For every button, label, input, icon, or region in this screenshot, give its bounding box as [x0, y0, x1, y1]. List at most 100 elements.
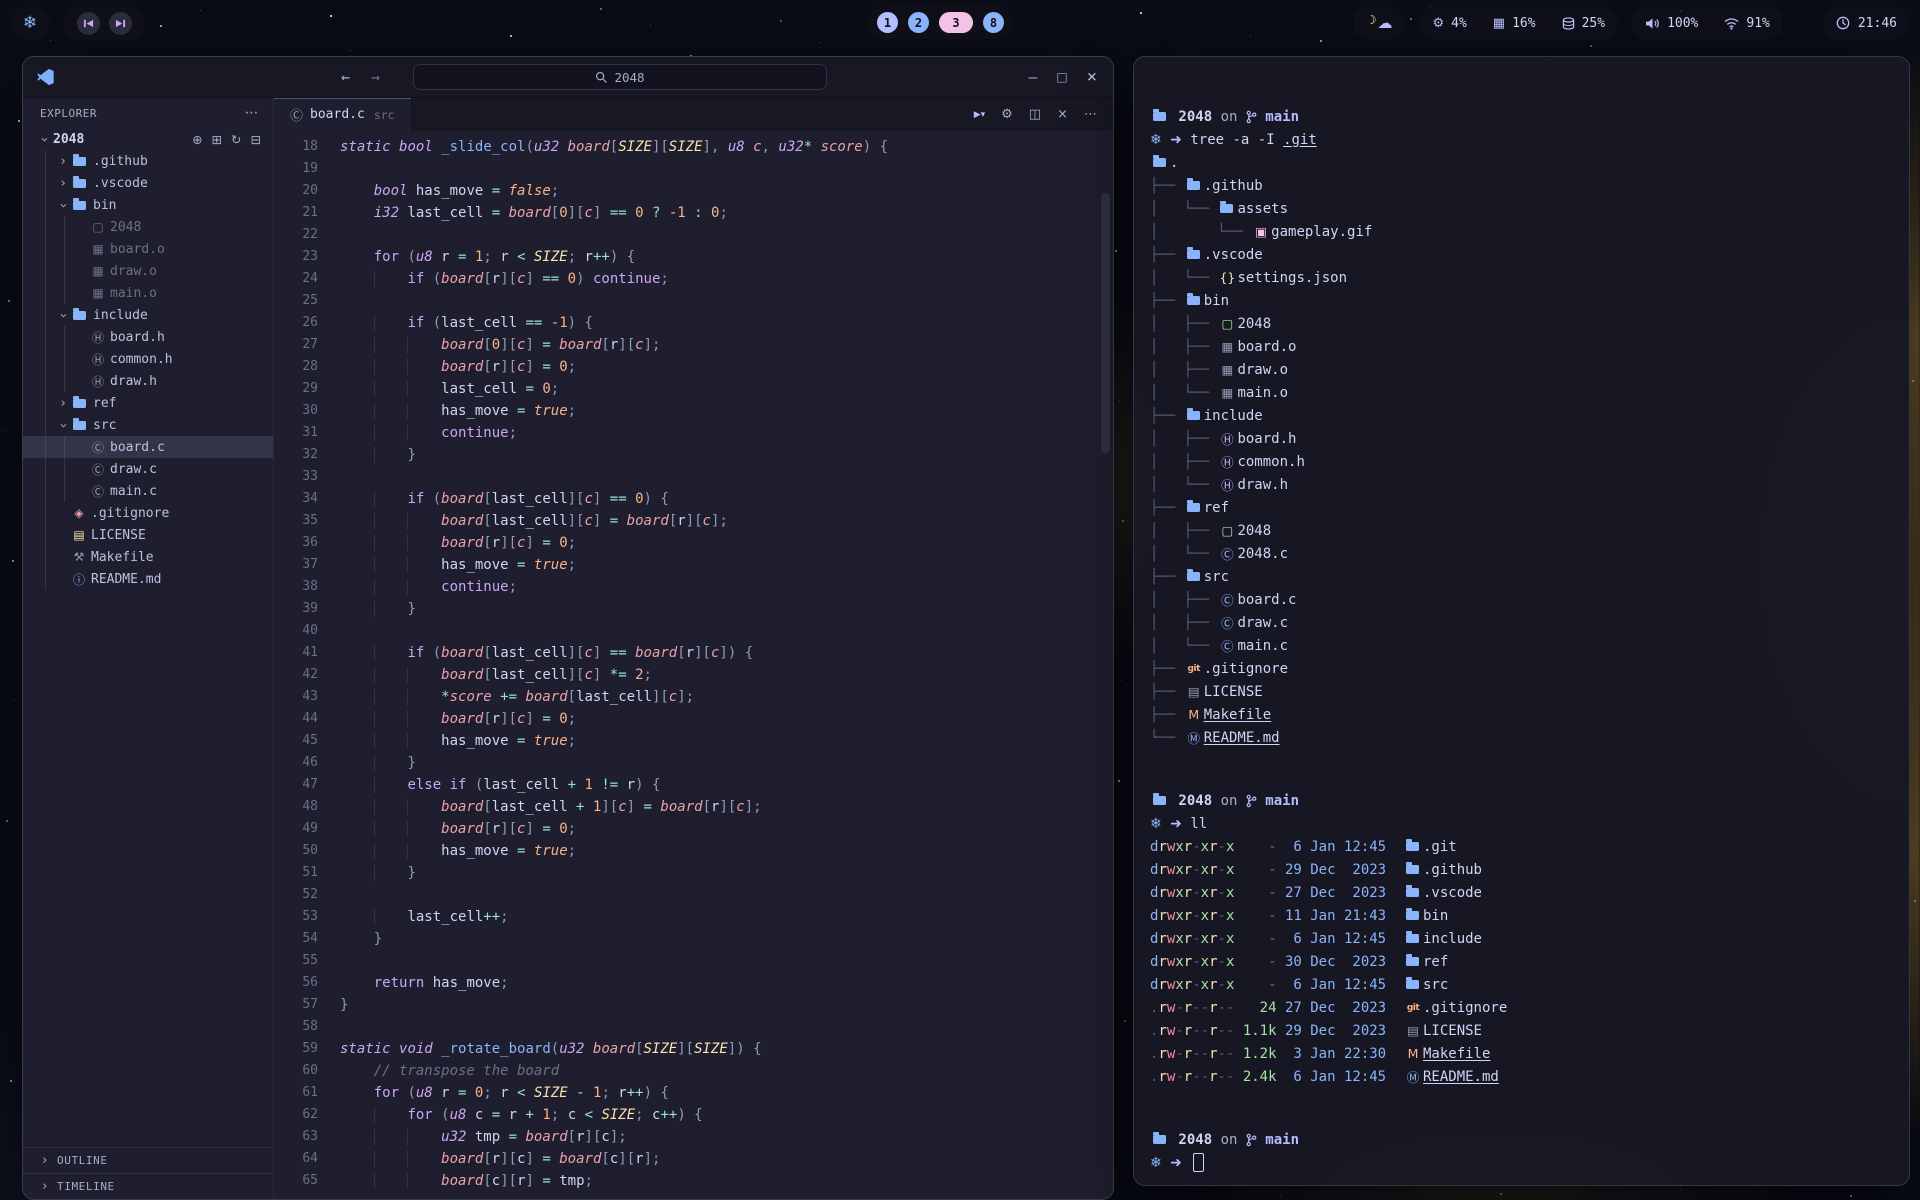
code-line-40[interactable]: 40 — [274, 620, 1113, 642]
code-line-57[interactable]: 57} — [274, 994, 1113, 1016]
code-line-45[interactable]: 45 has_move = true; — [274, 730, 1113, 752]
code-editor[interactable]: 18static bool _slide_col(u32 board[SIZE]… — [274, 131, 1113, 1199]
code-line-36[interactable]: 36 board[r][c] = 0; — [274, 532, 1113, 554]
code-line-32[interactable]: 32 } — [274, 444, 1113, 466]
workspace-3[interactable]: 3 — [939, 12, 973, 33]
explorer-item-include[interactable]: ›include — [23, 304, 273, 326]
code-line-37[interactable]: 37 has_move = true; — [274, 554, 1113, 576]
explorer-more-icon[interactable]: ⋯ — [245, 105, 260, 121]
explorer-root-folder[interactable]: › 2048 ⊕ ⊞ ↻ ⊟ — [23, 128, 273, 150]
explorer-item-main.c[interactable]: Ⓒmain.c — [23, 480, 273, 502]
more-actions-icon[interactable]: ⋯ — [1084, 107, 1097, 122]
code-line-47[interactable]: 47 else if (last_cell + 1 != r) { — [274, 774, 1113, 796]
explorer-item-main.o[interactable]: ▦main.o — [23, 282, 273, 304]
code-line-60[interactable]: 60 // transpose the board — [274, 1060, 1113, 1082]
code-line-56[interactable]: 56 return has_move; — [274, 972, 1113, 994]
explorer-item-board.c[interactable]: Ⓒboard.c — [23, 436, 273, 458]
code-line-49[interactable]: 49 board[r][c] = 0; — [274, 818, 1113, 840]
tab-board-c[interactable]: Ⓒ board.c src — [274, 98, 412, 131]
explorer-item-board.o[interactable]: ▦board.o — [23, 238, 273, 260]
timeline-section[interactable]: › TIMELINE — [23, 1173, 273, 1199]
code-line-46[interactable]: 46 } — [274, 752, 1113, 774]
editor-scrollbar[interactable] — [1101, 193, 1110, 453]
explorer-item-LICENSE[interactable]: ▤LICENSE — [23, 524, 273, 546]
code-line-22[interactable]: 22 — [274, 224, 1113, 246]
split-editor-icon[interactable]: ◫ — [1029, 107, 1041, 122]
explorer-item-.gitignore[interactable]: ◈.gitignore — [23, 502, 273, 524]
media-next-button[interactable] — [109, 12, 132, 35]
code-line-43[interactable]: 43 *score += board[last_cell][c]; — [274, 686, 1113, 708]
explorer-item-draw.c[interactable]: Ⓒdraw.c — [23, 458, 273, 480]
code-line-20[interactable]: 20 bool has_move = false; — [274, 180, 1113, 202]
workspace-1[interactable]: 1 — [877, 12, 898, 33]
weather-widget[interactable]: ☽ ☁ — [1353, 7, 1406, 40]
code-line-41[interactable]: 41 if (board[last_cell][c] == board[r][c… — [274, 642, 1113, 664]
code-line-62[interactable]: 62 for (u8 c = r + 1; c < SIZE; c++) { — [274, 1104, 1113, 1126]
new-file-icon[interactable]: ⊕ — [192, 132, 202, 147]
refresh-icon[interactable]: ↻ — [231, 132, 241, 147]
system-stats-widget[interactable]: ⚙ 4% ▦ 16% 25% — [1419, 7, 1618, 40]
command-center-search[interactable]: 2048 — [413, 64, 827, 90]
code-line-28[interactable]: 28 board[r][c] = 0; — [274, 356, 1113, 378]
code-line-35[interactable]: 35 board[last_cell][c] = board[r][c]; — [274, 510, 1113, 532]
code-line-58[interactable]: 58 — [274, 1016, 1113, 1038]
code-line-63[interactable]: 63 u32 tmp = board[r][c]; — [274, 1126, 1113, 1148]
explorer-item-.vscode[interactable]: ›.vscode — [23, 172, 273, 194]
code-line-51[interactable]: 51 } — [274, 862, 1113, 884]
workspace-2[interactable]: 2 — [908, 12, 929, 33]
code-line-59[interactable]: 59static void _rotate_board(u32 board[SI… — [274, 1038, 1113, 1060]
outline-section[interactable]: › OUTLINE — [23, 1147, 273, 1173]
terminal-window[interactable]: 2048 on main❄ ➜ tree -a -I .git.├── .git… — [1133, 56, 1910, 1186]
launcher-button[interactable]: ❄ — [10, 7, 50, 40]
clock-widget[interactable]: 21:46 — [1823, 7, 1910, 40]
code-line-44[interactable]: 44 board[r][c] = 0; — [274, 708, 1113, 730]
code-line-18[interactable]: 18static bool _slide_col(u32 board[SIZE]… — [274, 136, 1113, 158]
code-line-23[interactable]: 23 for (u8 r = 1; r < SIZE; r++) { — [274, 246, 1113, 268]
minimize-button[interactable]: – — [1028, 68, 1037, 86]
back-button[interactable]: ← — [341, 68, 350, 86]
close-button[interactable]: × — [1087, 67, 1097, 87]
code-line-38[interactable]: 38 continue; — [274, 576, 1113, 598]
code-line-25[interactable]: 25 — [274, 290, 1113, 312]
explorer-item-bin[interactable]: ›bin — [23, 194, 273, 216]
code-line-21[interactable]: 21 i32 last_cell = board[0][c] == 0 ? -1… — [274, 202, 1113, 224]
code-line-55[interactable]: 55 — [274, 950, 1113, 972]
code-line-27[interactable]: 27 board[0][c] = board[r][c]; — [274, 334, 1113, 356]
explorer-item-2048[interactable]: ▢2048 — [23, 216, 273, 238]
gear-icon[interactable]: ⚙ — [1001, 107, 1013, 122]
code-line-24[interactable]: 24 if (board[r][c] == 0) continue; — [274, 268, 1113, 290]
code-line-33[interactable]: 33 — [274, 466, 1113, 488]
code-line-31[interactable]: 31 continue; — [274, 422, 1113, 444]
code-line-61[interactable]: 61 for (u8 r = 0; r < SIZE - 1; r++) { — [274, 1082, 1113, 1104]
close-editor-icon[interactable]: × — [1057, 107, 1068, 122]
code-line-30[interactable]: 30 has_move = true; — [274, 400, 1113, 422]
explorer-item-README.md[interactable]: ⓘREADME.md — [23, 568, 273, 590]
code-line-39[interactable]: 39 } — [274, 598, 1113, 620]
explorer-item-board.h[interactable]: Ⓗboard.h — [23, 326, 273, 348]
collapse-all-icon[interactable]: ⊟ — [251, 132, 261, 147]
code-line-29[interactable]: 29 last_cell = 0; — [274, 378, 1113, 400]
code-line-34[interactable]: 34 if (board[last_cell][c] == 0) { — [274, 488, 1113, 510]
new-folder-icon[interactable]: ⊞ — [212, 132, 222, 147]
explorer-item-common.h[interactable]: Ⓗcommon.h — [23, 348, 273, 370]
explorer-item-.github[interactable]: ›.github — [23, 150, 273, 172]
code-line-48[interactable]: 48 board[last_cell + 1][c] = board[r][c]… — [274, 796, 1113, 818]
code-line-42[interactable]: 42 board[last_cell][c] *= 2; — [274, 664, 1113, 686]
vscode-titlebar[interactable]: ← → 2048 – □ × — [23, 57, 1113, 98]
explorer-item-draw.h[interactable]: Ⓗdraw.h — [23, 370, 273, 392]
maximize-button[interactable]: □ — [1056, 70, 1067, 84]
audio-network-widget[interactable]: 100% 91% — [1632, 7, 1783, 40]
explorer-item-draw.o[interactable]: ▦draw.o — [23, 260, 273, 282]
code-line-50[interactable]: 50 has_move = true; — [274, 840, 1113, 862]
code-line-26[interactable]: 26 if (last_cell == -1) { — [274, 312, 1113, 334]
explorer-item-src[interactable]: ›src — [23, 414, 273, 436]
code-line-52[interactable]: 52 — [274, 884, 1113, 906]
media-prev-button[interactable] — [77, 12, 100, 35]
run-button[interactable]: ▶▾ — [974, 108, 985, 121]
code-line-53[interactable]: 53 last_cell++; — [274, 906, 1113, 928]
code-line-54[interactable]: 54 } — [274, 928, 1113, 950]
explorer-item-Makefile[interactable]: ⚒Makefile — [23, 546, 273, 568]
code-line-64[interactable]: 64 board[r][c] = board[c][r]; — [274, 1148, 1113, 1170]
explorer-item-ref[interactable]: ›ref — [23, 392, 273, 414]
forward-button[interactable]: → — [371, 68, 380, 86]
